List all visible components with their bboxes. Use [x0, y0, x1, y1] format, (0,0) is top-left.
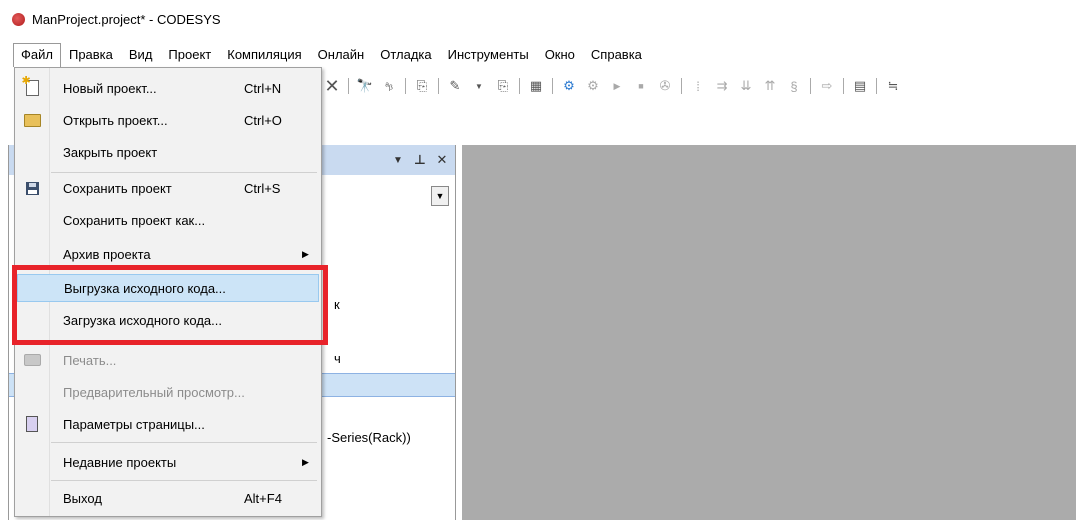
- open-folder-icon: [23, 111, 41, 129]
- find-icon[interactable]: 🔭: [356, 77, 374, 95]
- menu-item-shortcut: Ctrl+N: [244, 80, 282, 96]
- menu-item-save-project[interactable]: Сохранить проект Ctrl+S: [17, 174, 319, 202]
- menu-separator: [51, 340, 317, 341]
- insert-icon[interactable]: ⎘: [494, 77, 512, 95]
- login-icon[interactable]: ⚙: [560, 77, 578, 95]
- menu-online[interactable]: Онлайн: [310, 44, 373, 66]
- toolbar-separator: [348, 78, 349, 94]
- menu-item-label: Открыть проект...: [63, 112, 168, 128]
- menu-project[interactable]: Проект: [160, 44, 219, 66]
- menu-item-print[interactable]: Печать...: [17, 346, 319, 374]
- main-toolbar: ✕ 🔭 ᵃᵦ ⎘ ✎ ▼ ⎘ ▦ ⚙ ⚙ ▶ ■ ✇ ⁞ ⇉ ⇊ ⇈ § ⇨ ▤…: [320, 72, 1076, 100]
- codesys-app-icon: [12, 12, 25, 26]
- submenu-arrow-icon: ▶: [302, 248, 309, 259]
- toolbar-separator: [843, 78, 844, 94]
- stop-icon[interactable]: ■: [632, 77, 650, 95]
- menu-item-label: Предварительный просмотр...: [63, 384, 245, 400]
- menu-item-new-project[interactable]: Новый проект... Ctrl+N: [17, 74, 319, 102]
- logout-icon[interactable]: ⚙: [584, 77, 602, 95]
- menu-item-project-archive[interactable]: Архив проекта ▶: [17, 240, 319, 268]
- menu-item-label: Недавние проекты: [63, 454, 177, 470]
- menu-separator: [51, 442, 317, 443]
- toolbar-separator: [519, 78, 520, 94]
- title-bar: ManProject.project* - CODESYS: [0, 0, 1076, 38]
- menu-item-label: Выгрузка исходного кода...: [64, 280, 226, 296]
- calendar-icon[interactable]: ▦: [527, 77, 545, 95]
- new-project-icon: [22, 74, 41, 97]
- panel-menu-arrow-icon[interactable]: ▼: [389, 155, 407, 166]
- copy-icon[interactable]: ⎘: [413, 77, 431, 95]
- menu-item-source-export[interactable]: Выгрузка исходного кода...: [17, 274, 319, 302]
- submenu-arrow-icon: ▶: [302, 456, 309, 467]
- file-menu-dropdown: Новый проект... Ctrl+N Открыть проект...…: [14, 67, 322, 517]
- tree-row-fragment[interactable]: -Series(Rack)): [327, 430, 411, 445]
- tree-row-fragment[interactable]: ч: [334, 351, 341, 366]
- menu-item-label: Закрыть проект: [63, 144, 158, 160]
- menu-item-close-project[interactable]: Закрыть проект: [17, 138, 319, 166]
- run-to-cursor-icon[interactable]: §: [785, 77, 803, 95]
- menu-item-label: Загрузка исходного кода...: [63, 312, 222, 328]
- menu-view[interactable]: Вид: [121, 44, 161, 66]
- reset-icon[interactable]: ✇: [656, 77, 674, 95]
- toolbar-separator: [438, 78, 439, 94]
- menu-item-save-project-as[interactable]: Сохранить проект как...: [17, 206, 319, 234]
- menu-bar: Файл Правка Вид Проект Компиляция Онлайн…: [0, 43, 1076, 67]
- toolbar-separator: [552, 78, 553, 94]
- step-out-icon[interactable]: ⇈: [761, 77, 779, 95]
- write-values-icon[interactable]: ≒: [884, 77, 902, 95]
- menu-item-label: Новый проект...: [63, 80, 157, 96]
- menu-item-exit[interactable]: Выход Alt+F4: [17, 484, 319, 512]
- menu-item-label: Печать...: [63, 352, 117, 368]
- menu-help[interactable]: Справка: [583, 44, 650, 66]
- toolbar-separator: [810, 78, 811, 94]
- toolbar-separator: [405, 78, 406, 94]
- panel-dropdown-button[interactable]: ▼: [431, 186, 449, 206]
- dropdown-arrow-icon[interactable]: ▼: [470, 77, 488, 95]
- tree-row-fragment[interactable]: к: [334, 297, 340, 312]
- menu-item-shortcut: Ctrl+O: [244, 112, 282, 128]
- pin-icon[interactable]: ⊥: [411, 152, 429, 168]
- page-setup-icon: [23, 415, 41, 433]
- menu-separator: [51, 480, 317, 481]
- menu-item-label: Архив проекта: [63, 246, 151, 262]
- menu-item-shortcut: Ctrl+S: [244, 180, 281, 196]
- delete-icon[interactable]: ✕: [323, 76, 341, 96]
- breakpoint-icon[interactable]: ⁞: [689, 77, 707, 95]
- step-over-icon[interactable]: ⇉: [713, 77, 731, 95]
- menu-item-print-preview[interactable]: Предварительный просмотр...: [17, 378, 319, 406]
- save-icon: [23, 179, 41, 197]
- menu-edit[interactable]: Правка: [61, 44, 121, 66]
- menu-window[interactable]: Окно: [537, 44, 583, 66]
- menu-item-label: Сохранить проект: [63, 180, 172, 196]
- menu-item-shortcut: Alt+F4: [244, 490, 282, 506]
- menu-build[interactable]: Компиляция: [219, 44, 309, 66]
- menu-debug[interactable]: Отладка: [372, 44, 439, 66]
- close-icon[interactable]: ✕: [433, 152, 451, 168]
- menu-item-source-import[interactable]: Загрузка исходного кода...: [17, 306, 319, 334]
- menu-item-label: Сохранить проект как...: [63, 212, 206, 228]
- editor-area: [462, 145, 1076, 520]
- step-into-icon[interactable]: ⇊: [737, 77, 755, 95]
- menu-item-open-project[interactable]: Открыть проект... Ctrl+O: [17, 106, 319, 134]
- print-icon: [23, 351, 41, 369]
- menu-item-label: Выход: [63, 490, 102, 506]
- replace-icon[interactable]: ᵃᵦ: [380, 77, 398, 95]
- menu-tools[interactable]: Инструменты: [440, 44, 537, 66]
- menu-item-page-setup[interactable]: Параметры страницы...: [17, 410, 319, 438]
- menu-file[interactable]: Файл: [13, 43, 61, 67]
- toolbar-separator: [876, 78, 877, 94]
- menu-item-recent-projects[interactable]: Недавние проекты ▶: [17, 448, 319, 476]
- menu-separator: [51, 172, 317, 173]
- force-values-icon[interactable]: ▤: [851, 77, 869, 95]
- next-statement-icon[interactable]: ⇨: [818, 77, 836, 95]
- menu-item-label: Параметры страницы...: [63, 416, 205, 432]
- window-title: ManProject.project* - CODESYS: [32, 11, 221, 27]
- start-icon[interactable]: ▶: [608, 77, 626, 95]
- toolbar-separator: [681, 78, 682, 94]
- add-object-icon[interactable]: ✎: [446, 77, 464, 95]
